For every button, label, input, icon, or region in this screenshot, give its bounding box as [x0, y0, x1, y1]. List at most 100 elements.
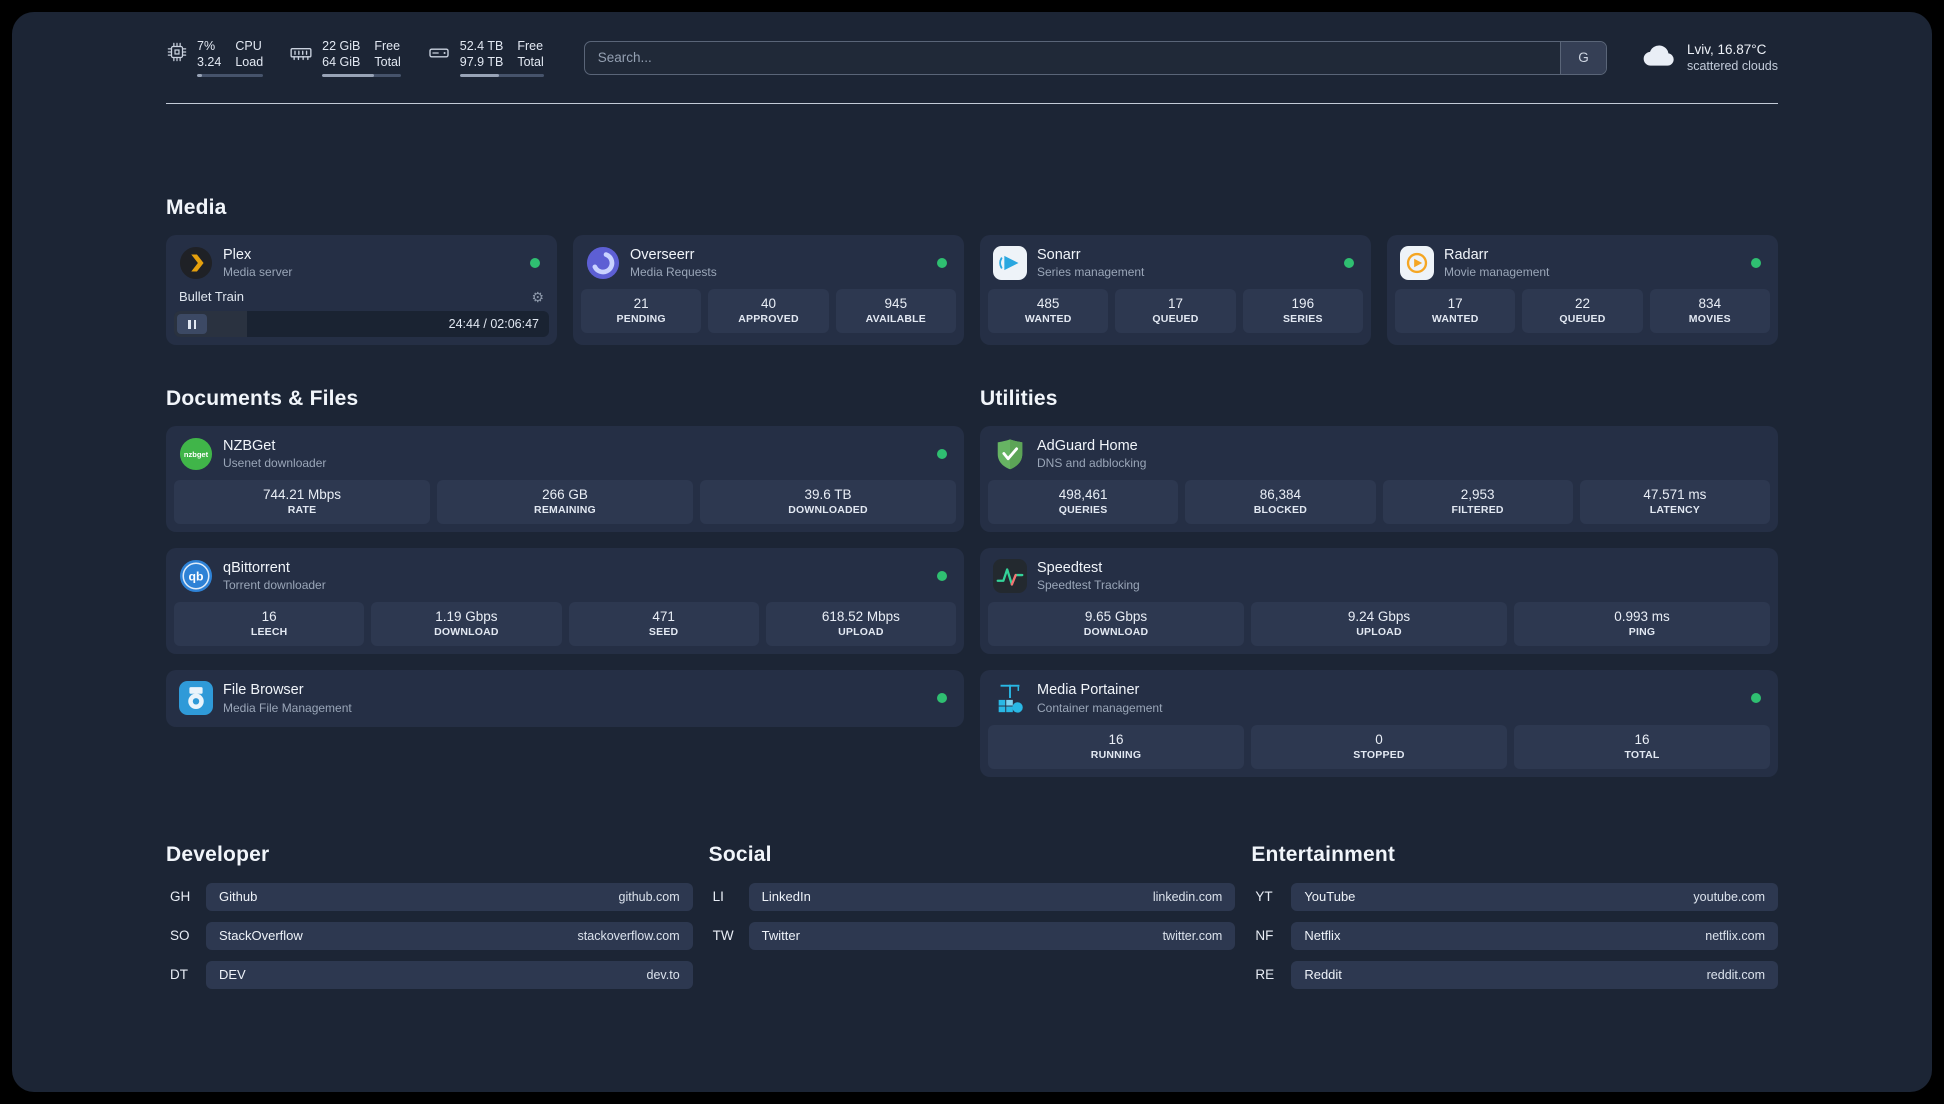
speedtest-icon: [993, 559, 1027, 594]
cpu-load-value: 3.24: [197, 55, 222, 69]
filebrowser-card: File Browser Media File Management: [166, 670, 964, 727]
bookmark-link-twitter[interactable]: Twitter twitter.com: [748, 921, 1236, 950]
plex-icon: [179, 246, 213, 280]
stat-label: DOWNLOADED: [788, 504, 868, 517]
section-title-utilities: Utilities: [980, 387, 1058, 411]
search-bar: G: [583, 40, 1607, 75]
bookmark-row: GH Github github.com: [166, 882, 693, 911]
radarr-service-link[interactable]: Radarr Movie management: [1395, 243, 1770, 289]
bookmark-row: LI LinkedIn linkedin.com: [709, 882, 1236, 911]
memory-stats: 22 GiB 64 GiB Free Total: [322, 38, 401, 77]
nzbget-stats: 744.21 Mbps RATE 266 GB REMAINING 39.6 T…: [174, 480, 956, 525]
service-subtitle: Usenet downloader: [223, 456, 327, 471]
stat-label: DOWNLOAD: [1083, 626, 1149, 639]
bookmark-group-developer: Developer GH Github github.com SO StackO…: [166, 843, 693, 1000]
bookmark-link-youtube[interactable]: YouTube youtube.com: [1291, 882, 1778, 911]
portainer-card: Media Portainer Container management 16 …: [980, 670, 1778, 777]
bookmark-abbr: TW: [712, 928, 734, 943]
section-media: Media Plex Media server Bullet Train ⚙ 2…: [166, 196, 1778, 346]
stat-value: 39.6 TB: [804, 487, 852, 503]
stat-series: 196 SERIES: [1242, 289, 1363, 334]
speedtest-service-link[interactable]: Speedtest Speedtest Tracking: [988, 556, 1770, 602]
adguard-service-link[interactable]: AdGuard Home DNS and adblocking: [988, 434, 1770, 480]
bookmark-abbr: GH: [170, 889, 191, 904]
disk-icon: [427, 41, 451, 65]
bookmark-link-dev[interactable]: DEV dev.to: [206, 960, 693, 989]
pause-button[interactable]: [177, 314, 207, 335]
service-subtitle: Torrent downloader: [223, 578, 326, 593]
bookmark-row: YT YouTube youtube.com: [1251, 882, 1778, 911]
service-name: Radarr: [1444, 247, 1489, 263]
search-input[interactable]: [584, 41, 1560, 74]
cpu-icon: [166, 41, 188, 63]
portainer-stats: 16 RUNNING 0 STOPPED 16 TOTAL: [988, 724, 1770, 769]
cpu-label: CPU: [235, 39, 262, 53]
stat-label: DOWNLOAD: [434, 626, 499, 639]
bookmark-group-social: Social LI LinkedIn linkedin.com TW Twitt…: [709, 843, 1236, 1000]
memory-progress-bar: [322, 74, 401, 77]
memory-total-label: Total: [374, 55, 401, 69]
bookmark-link-netflix[interactable]: Netflix netflix.com: [1291, 921, 1778, 950]
bookmark-link-reddit[interactable]: Reddit reddit.com: [1291, 960, 1778, 989]
stat-label: FILTERED: [1451, 504, 1504, 517]
stat-label: TOTAL: [1624, 748, 1660, 761]
nzbget-service-link[interactable]: nzbget NZBGet Usenet downloader: [174, 434, 956, 480]
stat-label: RUNNING: [1090, 748, 1142, 761]
now-playing-row: Bullet Train ⚙: [174, 289, 549, 311]
memory-values: 22 GiB 64 GiB: [322, 38, 360, 70]
bookmark-link-linkedin[interactable]: LinkedIn linkedin.com: [748, 882, 1236, 911]
qbittorrent-service-link[interactable]: qb qBittorrent Torrent downloader: [174, 556, 956, 602]
cpu-stats: 7% 3.24 CPU Load: [197, 38, 264, 77]
stat-value: 17: [1447, 296, 1463, 312]
disk-labels: Free Total: [517, 38, 543, 70]
stat-value: 16: [1634, 731, 1650, 747]
portainer-service-link[interactable]: Media Portainer Container management: [988, 678, 1770, 724]
bookmark-link-stackoverflow[interactable]: StackOverflow stackoverflow.com: [206, 921, 693, 950]
weather-text: Lviv, 16.87°C scattered clouds: [1687, 41, 1778, 74]
stat-label: UPLOAD: [1356, 626, 1402, 639]
plex-service-link[interactable]: Plex Media server: [174, 243, 549, 289]
overseerr-service-link[interactable]: Overseerr Media Requests: [581, 243, 956, 289]
stat-value: 498,461: [1058, 487, 1108, 503]
stat-stopped: 0 STOPPED: [1251, 724, 1507, 769]
bookmark-domain: dev.to: [646, 967, 680, 982]
section-utilities: Utilities AdGuard Home DNS and adblockin…: [980, 387, 1778, 777]
status-dot: [1751, 258, 1761, 269]
pause-bar: [188, 319, 191, 329]
bookmark-abbr: SO: [170, 928, 190, 943]
disk-total-label: Total: [517, 55, 544, 69]
overseerr-card: Overseerr Media Requests 21 PENDING 40 A…: [573, 235, 964, 346]
bookmark-abbr: RE: [1255, 967, 1275, 982]
disk-values: 52.4 TB 97.9 TB: [460, 38, 504, 70]
bookmark-link-github[interactable]: Github github.com: [206, 882, 693, 911]
stat-value: 86,384: [1259, 487, 1302, 503]
radarr-icon: [1400, 246, 1434, 281]
weather-location: Lviv, 16.87°C: [1686, 42, 1767, 57]
stat-wanted: 17 WANTED: [1395, 289, 1516, 334]
service-name: Sonarr: [1037, 247, 1081, 263]
sonarr-service-link[interactable]: Sonarr Series management: [988, 243, 1363, 289]
stat-pending: 21 PENDING: [581, 289, 702, 334]
filebrowser-service-link[interactable]: File Browser Media File Management: [174, 678, 956, 718]
qbittorrent-icon: qb: [179, 559, 213, 593]
disk-stats: 52.4 TB 97.9 TB Free Total: [459, 38, 544, 77]
status-dot: [937, 258, 947, 269]
disk-widget: 52.4 TB 97.9 TB Free Total: [427, 38, 544, 77]
stat-leech: 16 LEECH: [174, 602, 365, 647]
memory-free-label: Free: [374, 39, 401, 53]
adguard-text: AdGuard Home DNS and adblocking: [1037, 437, 1146, 471]
playback-time: 24:44 / 02:06:47: [448, 317, 539, 332]
cpu-labels: CPU Load: [235, 38, 263, 70]
stat-value: 0.993 ms: [1614, 609, 1670, 625]
stat-available: 945 AVAILABLE: [835, 289, 956, 334]
search-provider-button[interactable]: G: [1559, 41, 1606, 74]
stat-label: REMAINING: [534, 504, 596, 517]
settings-icon[interactable]: ⚙: [531, 290, 544, 304]
dashboard: 7% 3.24 CPU Load 22 GiB 64 GiB Free Tota…: [12, 12, 1932, 1092]
section-title-media: Media: [166, 196, 227, 219]
bookmark-name: Netflix: [1304, 928, 1341, 943]
cpu-progress-bar: [197, 74, 264, 77]
section-title-documents: Documents & Files: [166, 387, 359, 411]
disk-progress-bar: [459, 74, 544, 77]
bookmark-domain: linkedin.com: [1152, 889, 1223, 904]
